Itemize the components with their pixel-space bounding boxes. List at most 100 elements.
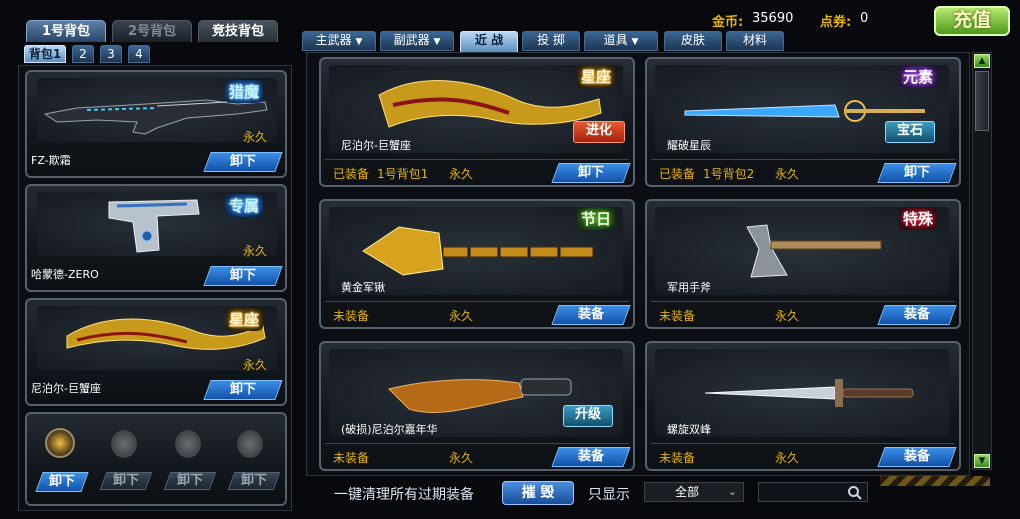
duration: 永久 (449, 167, 474, 181)
scrollbar[interactable]: ▲ ▼ (972, 52, 992, 470)
tab-subbag-4[interactable]: 4 (128, 45, 150, 63)
grenade-icon (175, 430, 201, 458)
tab-materials[interactable]: 材料 (726, 31, 784, 51)
upgrade-button[interactable]: 升级 (563, 405, 613, 427)
unequip-grenade-3-button[interactable]: 卸下 (163, 472, 217, 490)
recharge-button[interactable]: 充值 (934, 6, 1010, 36)
unequip-grenade-2-button[interactable]: 卸下 (99, 472, 153, 490)
grenade-icon (111, 430, 137, 458)
arrow-up-icon: ▲ (978, 56, 986, 66)
chevron-down-icon: ▼ (433, 37, 441, 47)
destroy-button[interactable]: 摧 毁 (502, 481, 574, 505)
duration: 永久 (449, 309, 474, 323)
button-label: 卸下 (229, 382, 256, 397)
divider (651, 301, 955, 302)
item-name: 尼泊尔-巨蟹座 (31, 382, 101, 395)
divider (325, 301, 629, 302)
filter-label: 只显示 (588, 487, 630, 503)
scroll-thumb[interactable] (975, 71, 989, 131)
button-label: 装备 (903, 449, 930, 464)
gold-label: 金币: (712, 15, 744, 30)
inventory-item[interactable]: 元素 宝石 耀破星辰 已装备 1号背包2 永久 卸下 (645, 57, 961, 187)
equip-status: 已装备 (333, 167, 370, 181)
button-label: 卸下 (48, 474, 75, 489)
badge-element: 元素 (899, 65, 938, 88)
equip-button[interactable]: 装备 (877, 447, 957, 467)
button-label: 装备 (577, 307, 604, 322)
equip-button[interactable]: 装备 (551, 305, 631, 325)
search-input[interactable] (758, 482, 868, 502)
equipped-slot-throwing: 卸下 卸下 卸下 卸下 (25, 412, 287, 506)
inventory-item[interactable]: 螺旋双峰 未装备 永久 装备 (645, 341, 961, 471)
button-label: 卸下 (903, 165, 930, 180)
unequip-button[interactable]: 卸下 (203, 380, 283, 400)
item-name: 螺旋双峰 (667, 423, 711, 436)
gem-button[interactable]: 宝石 (885, 121, 935, 143)
badge-zodiac: 星座 (577, 65, 616, 88)
equip-button[interactable]: 装备 (877, 305, 957, 325)
tab-bag-2[interactable]: 2号背包 (112, 20, 192, 42)
tab-bag-1[interactable]: 1号背包 (26, 20, 106, 42)
tab-props[interactable]: 道具 ▼ (584, 31, 658, 51)
item-name: FZ-欺霜 (31, 154, 71, 167)
item-name: 军用手斧 (667, 281, 711, 294)
button-label: 装备 (577, 449, 604, 464)
unequip-button[interactable]: 卸下 (203, 152, 283, 172)
unequip-button[interactable]: 卸下 (877, 163, 957, 183)
equipped-panel: 猎魔 永久 FZ-欺霜 卸下 专属 永久 哈蒙德-ZERO 卸下 星座 永久 尼… (18, 65, 292, 511)
chevron-down-icon: ⌄ (727, 485, 737, 498)
scroll-down-button[interactable]: ▼ (974, 454, 990, 468)
tab-arena-bag[interactable]: 竞技背包 (198, 20, 278, 42)
equip-status: 未装备 (659, 309, 696, 323)
equipped-slot-melee[interactable]: 星座 永久 尼泊尔-巨蟹座 卸下 (25, 298, 287, 406)
inventory-item[interactable]: 星座 进化 尼泊尔-巨蟹座 已装备 1号背包1 永久 卸下 (319, 57, 635, 187)
clear-expired-label: 一键清理所有过期装备 (334, 487, 474, 503)
button-label: 卸下 (176, 473, 203, 488)
tab-label: 道具 (603, 33, 628, 47)
duration: 永久 (775, 167, 800, 181)
scroll-up-button[interactable]: ▲ (974, 54, 990, 68)
unequip-grenade-4-button[interactable]: 卸下 (227, 472, 281, 490)
inventory-item[interactable]: 升级 (破损)尼泊尔嘉年华 未装备 永久 装备 (319, 341, 635, 471)
duration: 永久 (775, 451, 800, 465)
badge-hunter: 猎魔 (225, 80, 264, 103)
tab-subbag-3[interactable]: 3 (100, 45, 122, 63)
unequip-button[interactable]: 卸下 (203, 266, 283, 286)
item-name: 耀破星辰 (667, 139, 711, 152)
divider (651, 443, 955, 444)
duration: 永久 (243, 130, 268, 144)
equip-status: 未装备 (333, 451, 370, 465)
equip-status: 已装备 (659, 167, 696, 181)
button-label: 卸下 (112, 473, 139, 488)
inventory-grid: 星座 进化 尼泊尔-巨蟹座 已装备 1号背包1 永久 卸下 元素 宝石 耀破星辰… (306, 52, 970, 476)
filter-select[interactable]: 全部 ⌄ (644, 482, 744, 502)
button-label: 卸下 (577, 165, 604, 180)
tab-primary-weapon[interactable]: 主武器 ▼ (302, 31, 376, 51)
equip-button[interactable]: 装备 (551, 447, 631, 467)
hazard-stripe (880, 476, 990, 486)
equipped-slot-primary[interactable]: 猎魔 永久 FZ-欺霜 卸下 (25, 70, 287, 178)
inventory-item[interactable]: 特殊 军用手斧 未装备 永久 装备 (645, 199, 961, 329)
tab-subbag-2[interactable]: 2 (72, 45, 94, 63)
tab-subbag-1[interactable]: 背包1 (24, 45, 66, 63)
grenade-icon (237, 430, 263, 458)
equip-status: 未装备 (333, 309, 370, 323)
tab-melee[interactable]: 近 战 (460, 31, 518, 53)
tab-label: 副武器 (393, 33, 430, 47)
button-label: 卸下 (229, 268, 256, 283)
inventory-item[interactable]: 节日 黄金军锹 未装备 永久 装备 (319, 199, 635, 329)
tab-skins[interactable]: 皮肤 (664, 31, 722, 51)
unequip-grenade-1-button[interactable]: 卸下 (35, 472, 89, 492)
badge-zodiac: 星座 (225, 308, 264, 331)
divider (325, 443, 629, 444)
search-icon[interactable] (847, 485, 863, 501)
button-label: 卸下 (229, 154, 256, 169)
tab-throwing[interactable]: 投 掷 (522, 31, 580, 51)
grenade-icon (45, 428, 75, 458)
unequip-button[interactable]: 卸下 (551, 163, 631, 183)
equipped-slot-secondary[interactable]: 专属 永久 哈蒙德-ZERO 卸下 (25, 184, 287, 292)
evolve-button[interactable]: 进化 (573, 121, 625, 143)
button-label: 装备 (903, 307, 930, 322)
button-label: 卸下 (240, 473, 267, 488)
tab-secondary-weapon[interactable]: 副武器 ▼ (380, 31, 454, 51)
